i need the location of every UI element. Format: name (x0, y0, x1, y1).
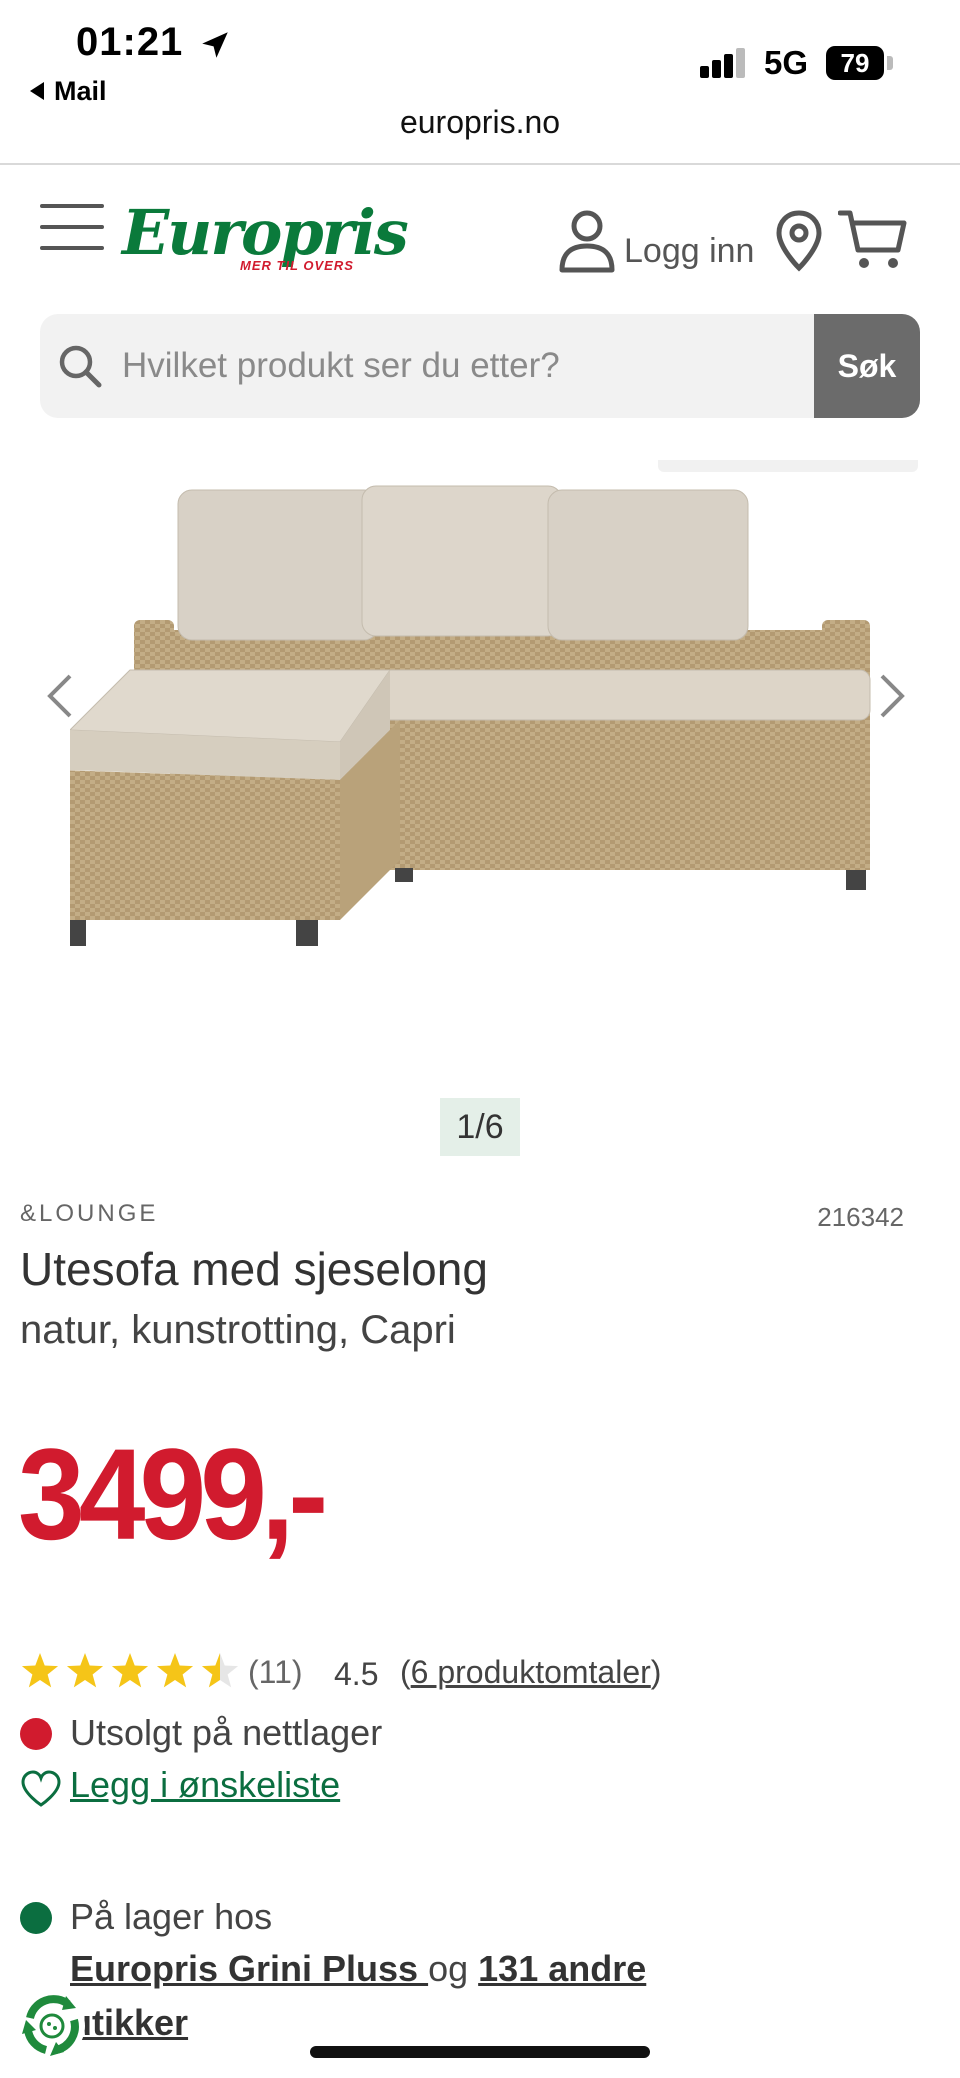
location-arrow-icon (202, 32, 228, 58)
user-icon (559, 210, 615, 273)
online-stock-label: Utsolgt på nettlager (70, 1712, 383, 1753)
store-name-link[interactable]: Europris Grini Pluss (70, 1948, 428, 1989)
address-bar-url[interactable]: europris.no (0, 104, 960, 141)
sold-out-dot-icon (20, 1718, 52, 1750)
rating-count: (11) (248, 1654, 303, 1690)
gallery-overlay-strip (658, 460, 918, 472)
search-button[interactable]: Søk (814, 314, 920, 418)
reviews-link-wrapper: (6 produktomtaler) (400, 1654, 661, 1691)
home-indicator[interactable] (310, 2046, 650, 2058)
product-image-gallery[interactable] (0, 440, 960, 1180)
reviews-suffix: ) (650, 1654, 662, 1690)
star-icon (111, 1653, 149, 1688)
other-stores-link[interactable]: 131 andre (478, 1948, 646, 1989)
product-sku: 216342 (817, 1202, 904, 1232)
in-stock-dot-icon (20, 1902, 52, 1934)
battery-icon: 79 (826, 46, 884, 80)
search-icon (59, 345, 102, 388)
product-title: Utesofa med sjeselong (20, 1243, 488, 1295)
back-app-label: Mail (54, 76, 107, 106)
star-icon (66, 1653, 104, 1688)
gallery-counter: 1/6 (440, 1098, 520, 1156)
back-to-mail-link[interactable]: Mail (30, 76, 107, 107)
network-type: 5G (764, 44, 809, 81)
store-availability-line: Europris Grini Pluss og 131 andre (70, 1948, 646, 1990)
store-stock-label: På lager hos (70, 1896, 273, 1937)
cellular-signal-icon (700, 48, 750, 78)
star-icon (21, 1653, 59, 1688)
rating-stars (21, 1653, 239, 1688)
status-bar: 01:21 Mail 5G 79 europris.no (0, 0, 960, 165)
cart-icon[interactable] (838, 208, 908, 272)
search-input[interactable] (122, 314, 842, 418)
battery-tip (887, 56, 893, 70)
status-time: 01:21 (76, 20, 184, 64)
reviews-link[interactable]: 6 produktomtaler (411, 1654, 651, 1690)
recycle-badge-icon[interactable] (16, 1990, 88, 2062)
search-bar: Søk (40, 314, 920, 418)
logo-tagline: MER TIL OVERS (240, 258, 354, 273)
location-pin-icon[interactable] (776, 210, 822, 272)
wishlist-link[interactable]: Legg i ønskeliste (70, 1764, 340, 1806)
rating-average: 4.5 (334, 1656, 379, 1692)
star-icon (156, 1653, 194, 1688)
reviews-prefix: ( (400, 1654, 411, 1690)
star-icon (201, 1653, 239, 1688)
login-label: Logg inn (624, 232, 755, 270)
product-image-sofa (70, 485, 871, 946)
chevron-right-icon[interactable] (876, 672, 908, 720)
menu-icon[interactable] (40, 204, 104, 250)
product-subtitle: natur, kunstrotting, Capri (20, 1308, 456, 1352)
heart-icon (21, 1770, 61, 1807)
product-brand[interactable]: &LOUNGE (20, 1200, 158, 1228)
product-price: 3499,- (18, 1422, 328, 1567)
europris-logo[interactable]: Europris MER TIL OVERS (122, 196, 409, 286)
store-connector: og (428, 1948, 469, 1989)
back-triangle-icon (30, 81, 44, 100)
